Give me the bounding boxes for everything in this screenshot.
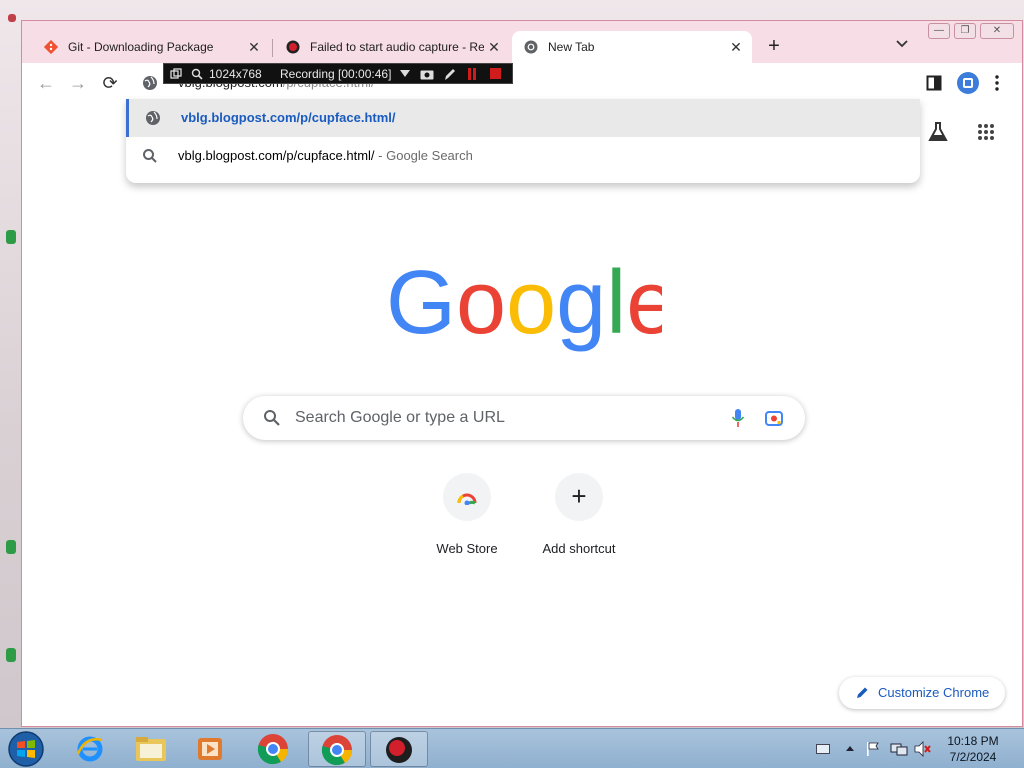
labs-flask-icon[interactable] xyxy=(928,121,948,143)
taskbar-chrome[interactable] xyxy=(244,731,302,767)
tab-audio-capture[interactable]: Failed to start audio capture - Re ✕ xyxy=(274,31,510,63)
start-button[interactable] xyxy=(6,730,46,768)
folder-icon xyxy=(136,737,166,761)
keyboard-icon[interactable] xyxy=(816,744,830,754)
internet-explorer-icon xyxy=(76,736,103,762)
add-shortcut-button[interactable]: + Add shortcut xyxy=(523,473,635,556)
search-icon xyxy=(264,410,280,426)
recording-resolution: 1024x768 xyxy=(209,67,262,81)
screen-recorder-toolbar: 1024x768 Recording [00:00:46] xyxy=(163,63,513,84)
tab-strip: Git - Downloading Package ✕ Failed to st… xyxy=(22,21,1022,63)
close-tab-icon[interactable]: ✕ xyxy=(486,39,502,56)
taskbar-chrome-open[interactable] xyxy=(308,731,366,767)
desktop-icon[interactable] xyxy=(8,14,16,22)
shortcut-web-store[interactable]: Web Store xyxy=(411,473,523,556)
chrome-icon xyxy=(524,40,538,54)
microphone-icon[interactable] xyxy=(731,408,745,428)
svg-text:Google: Google xyxy=(386,255,662,353)
desktop-icon[interactable] xyxy=(6,648,16,662)
media-player-icon xyxy=(198,738,222,760)
taskbar-file-explorer[interactable] xyxy=(122,731,180,767)
shortcut-label: Add shortcut xyxy=(542,541,616,556)
system-clock[interactable]: 10:18 PM 7/2/2024 xyxy=(940,733,1006,765)
camera-lens-icon[interactable] xyxy=(765,409,783,427)
taskbar-media-player[interactable] xyxy=(182,731,240,767)
stop-icon[interactable] xyxy=(490,68,501,79)
search-input[interactable] xyxy=(293,406,713,430)
pencil-icon xyxy=(857,687,868,698)
windows-taskbar: 10:18 PM 7/2/2024 xyxy=(0,728,1024,768)
tab-divider xyxy=(272,39,273,57)
reload-button[interactable]: ⟳ xyxy=(98,71,122,95)
chrome-icon xyxy=(257,734,289,765)
shortcut-tile: + xyxy=(555,473,603,521)
tab-title: Git - Downloading Package xyxy=(68,40,214,54)
desktop-icon[interactable] xyxy=(6,230,16,244)
tab-new-tab[interactable]: New Tab ✕ xyxy=(512,31,752,63)
network-icon[interactable] xyxy=(890,741,908,757)
clock-time: 10:18 PM xyxy=(947,734,999,748)
record-icon xyxy=(286,40,300,54)
tab-search-button[interactable] xyxy=(896,37,908,51)
shortcut-tile xyxy=(443,473,491,521)
recording-status: Recording [00:00:46] xyxy=(280,67,392,81)
desktop-icons-strip xyxy=(0,0,22,728)
close-tab-icon[interactable]: ✕ xyxy=(728,39,744,56)
webstore-icon xyxy=(457,493,477,505)
close-tab-icon[interactable]: ✕ xyxy=(246,39,262,56)
back-button[interactable]: ← xyxy=(34,71,58,95)
globe-icon xyxy=(146,111,160,125)
screen-recorder-icon xyxy=(386,737,412,763)
taskbar-internet-explorer[interactable] xyxy=(62,731,120,767)
plus-icon: + xyxy=(571,481,587,511)
pause-icon[interactable] xyxy=(467,68,477,80)
profile-avatar[interactable] xyxy=(956,71,980,95)
suggestion-item[interactable]: vblg.blogpost.com/p/cupface.html/ xyxy=(126,99,920,137)
suggestion-item[interactable]: vblg.blogpost.com/p/cupface.html/ - Goog… xyxy=(126,137,920,175)
pen-icon[interactable] xyxy=(444,67,456,81)
tab-title: New Tab xyxy=(548,40,595,54)
chevron-down-icon xyxy=(896,40,908,48)
show-hidden-icons-icon[interactable] xyxy=(846,745,854,751)
globe-icon xyxy=(143,76,157,90)
desktop-icon[interactable] xyxy=(6,540,16,554)
suggestion-query: vblg.blogpost.com/p/cupface.html/ xyxy=(178,148,375,163)
shortcut-label: Web Store xyxy=(436,541,498,556)
google-logo: Google xyxy=(386,255,662,353)
chrome-icon xyxy=(321,735,353,766)
suggestion-text: vblg.blogpost.com/p/cupface.html/ - Goog… xyxy=(178,148,473,163)
git-icon xyxy=(44,40,58,54)
new-tab-button[interactable]: + xyxy=(762,35,786,58)
minimize-button[interactable]: — xyxy=(928,23,950,39)
browser-window: Git - Downloading Package ✕ Failed to st… xyxy=(21,20,1023,727)
volume-muted-icon[interactable] xyxy=(914,741,932,757)
taskbar-screen-recorder[interactable] xyxy=(370,731,428,767)
camera-icon[interactable] xyxy=(420,68,434,80)
suggestion-suffix: - Google Search xyxy=(374,148,473,163)
suggestion-text: vblg.blogpost.com/p/cupface.html/ xyxy=(181,110,396,125)
restore-button[interactable]: ❐ xyxy=(954,23,976,39)
customize-chrome-button[interactable]: Customize Chrome xyxy=(839,677,1005,709)
tab-title: Failed to start audio capture - Re xyxy=(310,40,484,54)
tab-git-download[interactable]: Git - Downloading Package ✕ xyxy=(32,31,270,63)
close-window-button[interactable]: ✕ xyxy=(980,23,1014,39)
dropdown-arrow-icon[interactable] xyxy=(400,70,410,78)
customize-label: Customize Chrome xyxy=(878,685,990,700)
action-center-flag-icon[interactable] xyxy=(866,741,880,757)
search-icon xyxy=(143,149,157,163)
side-panel-icon[interactable] xyxy=(926,75,942,91)
menu-kebab-icon[interactable] xyxy=(994,75,1000,91)
zoom-icon[interactable] xyxy=(191,68,203,80)
clock-date: 7/2/2024 xyxy=(949,750,997,764)
region-select-icon[interactable] xyxy=(170,68,182,80)
forward-button[interactable]: → xyxy=(66,71,90,95)
google-apps-icon[interactable] xyxy=(977,123,995,141)
google-search-box[interactable] xyxy=(243,396,805,440)
omnibox-suggestions: vblg.blogpost.com/p/cupface.html/ vblg.b… xyxy=(126,99,920,183)
